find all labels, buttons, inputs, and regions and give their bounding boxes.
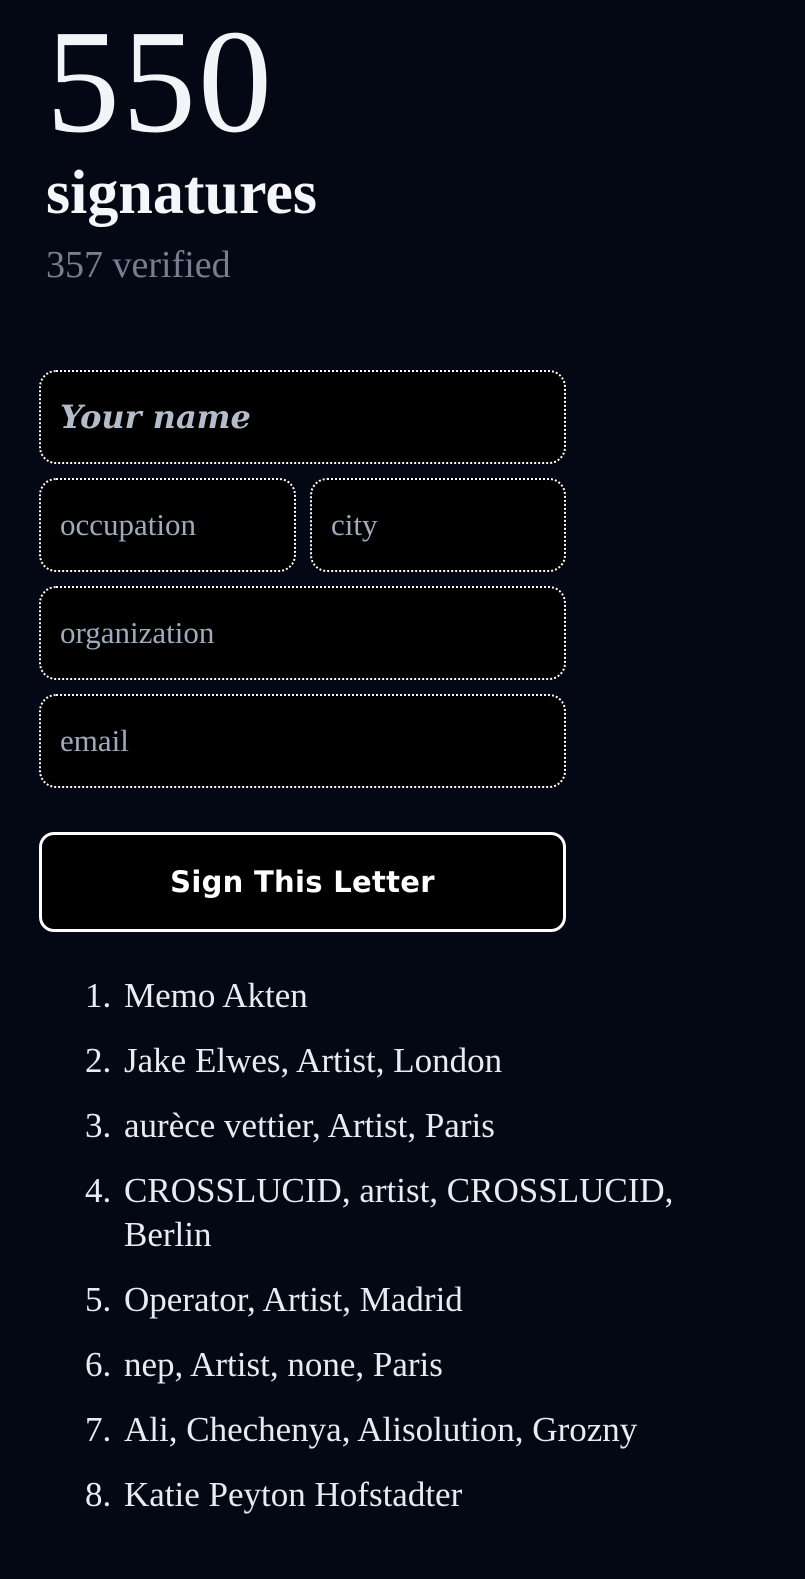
- signature-list-item: Memo Akten: [120, 974, 745, 1019]
- sign-this-letter-button[interactable]: Sign This Letter: [39, 832, 566, 933]
- name-input[interactable]: [39, 370, 566, 465]
- header: 550 signatures 357 verified: [0, 0, 805, 284]
- signature-list-section: Memo Akten Jake Elwes, Artist, London aurè…: [0, 974, 805, 1517]
- verified-count: 357 verified: [46, 244, 231, 287]
- occupation-input[interactable]: [39, 478, 296, 573]
- signature-list-item: Jake Elwes, Artist, London: [120, 1039, 745, 1084]
- signature-list-item: Ali, Chechenya, Alisolution, Grozny: [120, 1408, 745, 1453]
- signature-list: Memo Akten Jake Elwes, Artist, London aurè…: [78, 974, 745, 1517]
- email-input[interactable]: [39, 694, 566, 789]
- signature-list-item: CROSSLUCID, artist, CROSSLUCID, Berlin: [120, 1169, 745, 1259]
- city-input[interactable]: [310, 478, 566, 573]
- signature-page: 550 signatures 357 verified Sign This Le…: [0, 0, 805, 1579]
- organization-input[interactable]: [39, 586, 566, 681]
- signature-list-item: Katie Peyton Hofstadter: [120, 1473, 745, 1518]
- occupation-city-row: [39, 478, 805, 573]
- signature-count: 550: [46, 0, 274, 164]
- signature-list-item: nep, Artist, none, Paris: [120, 1343, 745, 1388]
- submit-row: Sign This Letter: [0, 832, 805, 933]
- signature-form: [0, 370, 805, 789]
- signature-count-label: signatures: [46, 159, 318, 228]
- signature-list-item: Operator, Artist, Madrid: [120, 1278, 745, 1323]
- signature-list-item: aurèce vettier, Artist, Paris: [120, 1104, 745, 1149]
